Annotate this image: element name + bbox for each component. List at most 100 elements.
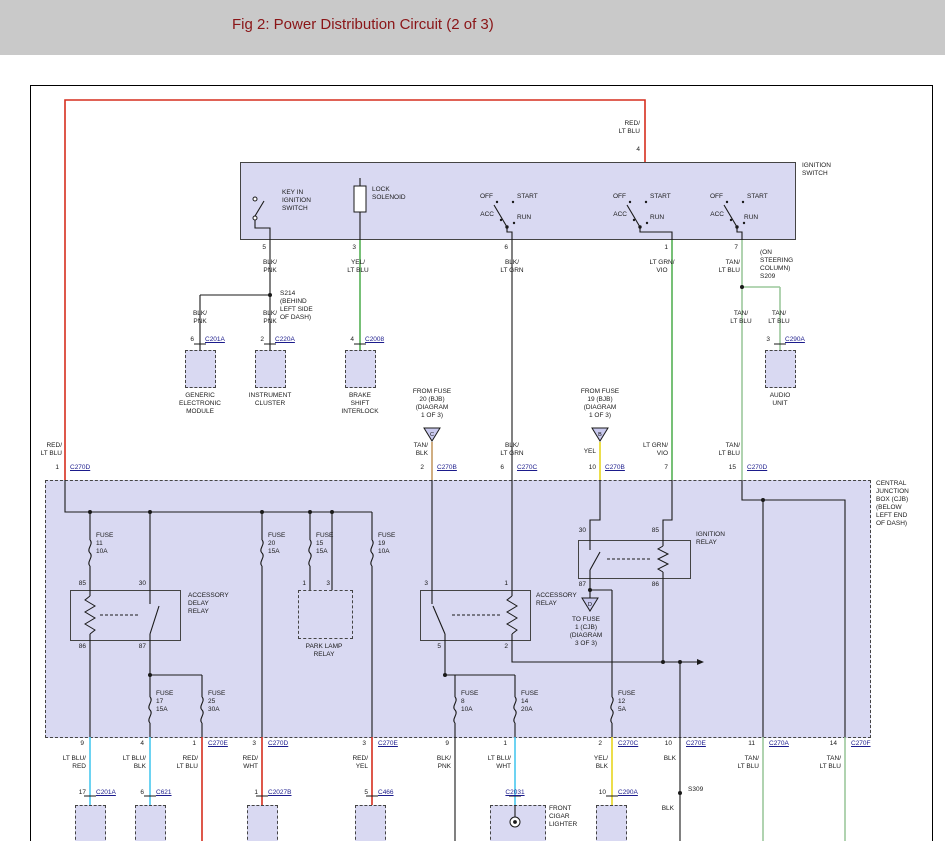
fuse-label-11: FUSE 11 10A xyxy=(96,532,124,556)
pin-label: 6 xyxy=(130,789,144,797)
accessory-relay-box xyxy=(420,590,531,641)
connector-link-c220a[interactable]: C220A xyxy=(275,336,309,344)
wire-label: BLK/ PNK xyxy=(254,259,286,275)
relay-pin-2: 2 xyxy=(490,643,508,651)
connector-link-c621[interactable]: C621 xyxy=(156,789,186,797)
pin-label: 9 xyxy=(431,740,449,748)
pin-label: 6 xyxy=(490,464,504,472)
connector-link-c201a[interactable]: C201A xyxy=(205,336,239,344)
wire-label: YEL/ BLK xyxy=(574,755,608,771)
relay-pin-86: 86 xyxy=(66,643,86,651)
connector-link-c270d[interactable]: C270D xyxy=(70,464,104,472)
cigar-lighter-box xyxy=(490,805,546,841)
connector-link-c201a[interactable]: C201A xyxy=(96,789,132,797)
pin-label: 1 xyxy=(182,740,196,748)
pin-label: 14 xyxy=(819,740,837,748)
wire-label: RED/ WHT xyxy=(224,755,258,771)
wire-label: TAN/ BLK xyxy=(400,442,428,458)
connector-link-c270d[interactable]: C270D xyxy=(747,464,781,472)
pin-label-5: 5 xyxy=(246,244,266,252)
relay-pin-1: 1 xyxy=(292,580,306,588)
pin-label: 3 xyxy=(242,740,256,748)
wire-label: BLK/ PNK xyxy=(254,310,286,326)
connector-link-c2031[interactable]: C2031 xyxy=(497,789,533,797)
pin-label: 6 xyxy=(180,336,194,344)
pin-label: 2 xyxy=(250,336,264,344)
wire-label: YEL xyxy=(568,448,596,456)
fuse-label-12: FUSE 12 5A xyxy=(618,690,646,714)
wire-label: TAN/ LT BLU xyxy=(702,442,740,458)
c621-module-box xyxy=(135,805,166,841)
connector-link-c290a[interactable]: C290A xyxy=(618,789,654,797)
pin-label: 10 xyxy=(578,464,596,472)
pin-label: 10 xyxy=(654,740,672,748)
connector-link-c270e[interactable]: C270E xyxy=(208,740,240,748)
connector-link-c270c[interactable]: C270C xyxy=(517,464,551,472)
relay-pin-5: 5 xyxy=(425,643,441,651)
relay-pin-30: 30 xyxy=(126,580,146,588)
switch-pos-start-2: START xyxy=(650,193,684,201)
fuse-label-20: FUSE 20 15A xyxy=(268,532,296,556)
connector-link-c270d[interactable]: C270D xyxy=(268,740,300,748)
wire-label-feed: RED/ LT BLU xyxy=(596,120,640,136)
switch-pos-acc-2: ACC xyxy=(601,211,627,219)
accessory-delay-relay-box xyxy=(70,590,181,641)
audio-unit-box xyxy=(765,350,796,388)
c466-module-box xyxy=(355,805,386,841)
switch-pos-run-3: RUN xyxy=(744,214,770,222)
wire-label: TAN/ LT BLU xyxy=(724,310,758,326)
pin-label: 15 xyxy=(716,464,736,472)
wire-label: BLK/ PNK xyxy=(417,755,451,771)
fuse-label-17: FUSE 17 15A xyxy=(156,690,184,714)
cjb-label: CENTRAL JUNCTION BOX (CJB) (BELOW LEFT E… xyxy=(876,480,930,528)
pin-label-3: 3 xyxy=(336,244,356,252)
wiring-diagram-page: Fig 2: Power Distribution Circuit (2 of … xyxy=(0,0,945,841)
gem-box xyxy=(185,350,216,388)
splice-label-s309: S309 xyxy=(688,786,718,794)
connector-link-c270c[interactable]: C270C xyxy=(618,740,652,748)
wire-label: LT BLU/ BLK xyxy=(112,755,146,771)
fuse-label-14: FUSE 14 20A xyxy=(521,690,549,714)
module-label-cluster: INSTRUMENT CLUSTER xyxy=(236,392,304,408)
connector-link-c270e[interactable]: C270E xyxy=(686,740,718,748)
connector-link-c270a[interactable]: C270A xyxy=(769,740,803,748)
connector-link-c270b[interactable]: C270B xyxy=(437,464,471,472)
switch-pos-off-1: OFF xyxy=(467,193,493,201)
source-label-fuse19: FROM FUSE 19 (BJB) (DIAGRAM 1 OF 3) xyxy=(570,388,630,420)
connector-link-c270f[interactable]: C270F xyxy=(851,740,885,748)
module-label-gem: GENERIC ELECTRONIC MODULE xyxy=(166,392,234,416)
c201a-module-box xyxy=(75,805,106,841)
pin-label: 5 xyxy=(356,789,368,797)
connector-link-c2008[interactable]: C2008 xyxy=(365,336,399,344)
switch-pos-start-1: START xyxy=(517,193,551,201)
pin-label-7: 7 xyxy=(718,244,738,252)
c290a-module-box xyxy=(596,805,627,841)
figure-title: Fig 2: Power Distribution Circuit (2 of … xyxy=(232,16,494,33)
pin-label: 10 xyxy=(590,789,606,797)
wire-label: LT BLU/ RED xyxy=(52,755,86,771)
module-label-audio: AUDIO UNIT xyxy=(746,392,814,408)
ignition-switch-label: IGNITION SWITCH xyxy=(802,162,854,178)
source-label-fuse20: FROM FUSE 20 (BJB) (DIAGRAM 1 OF 3) xyxy=(402,388,462,420)
pin-label: 1 xyxy=(45,464,59,472)
pin-label: 4 xyxy=(126,740,144,748)
switch-pos-start-3: START xyxy=(747,193,781,201)
connector-link-c290a[interactable]: C290A xyxy=(785,336,819,344)
switch-pos-acc-3: ACC xyxy=(698,211,724,219)
connector-link-c270e[interactable]: C270E xyxy=(378,740,410,748)
connector-link-c2027b[interactable]: C2027B xyxy=(268,789,310,797)
wire-label: TAN/ LT BLU xyxy=(702,259,740,275)
splice-label-s209: (ON STEERING COLUMN) S209 xyxy=(760,249,810,281)
connector-link-c270b[interactable]: C270B xyxy=(605,464,639,472)
pin-label: 11 xyxy=(737,740,755,748)
wire-label: BLK xyxy=(642,805,674,813)
wire-label: RED/ LT BLU xyxy=(34,442,62,458)
relay-label-park-lamp: PARK LAMP RELAY xyxy=(292,643,356,659)
ignition-relay-box xyxy=(578,540,691,579)
wire-label: LT GRN/ VIO xyxy=(638,442,668,458)
pin-label-1: 1 xyxy=(648,244,668,252)
relay-label-acc-delay: ACCESSORY DELAY RELAY xyxy=(188,592,244,616)
fuse-label-8: FUSE 8 10A xyxy=(461,690,489,714)
module-label-cigar: FRONT CIGAR LIGHTER xyxy=(549,805,593,829)
connector-link-c466[interactable]: C466 xyxy=(378,789,408,797)
